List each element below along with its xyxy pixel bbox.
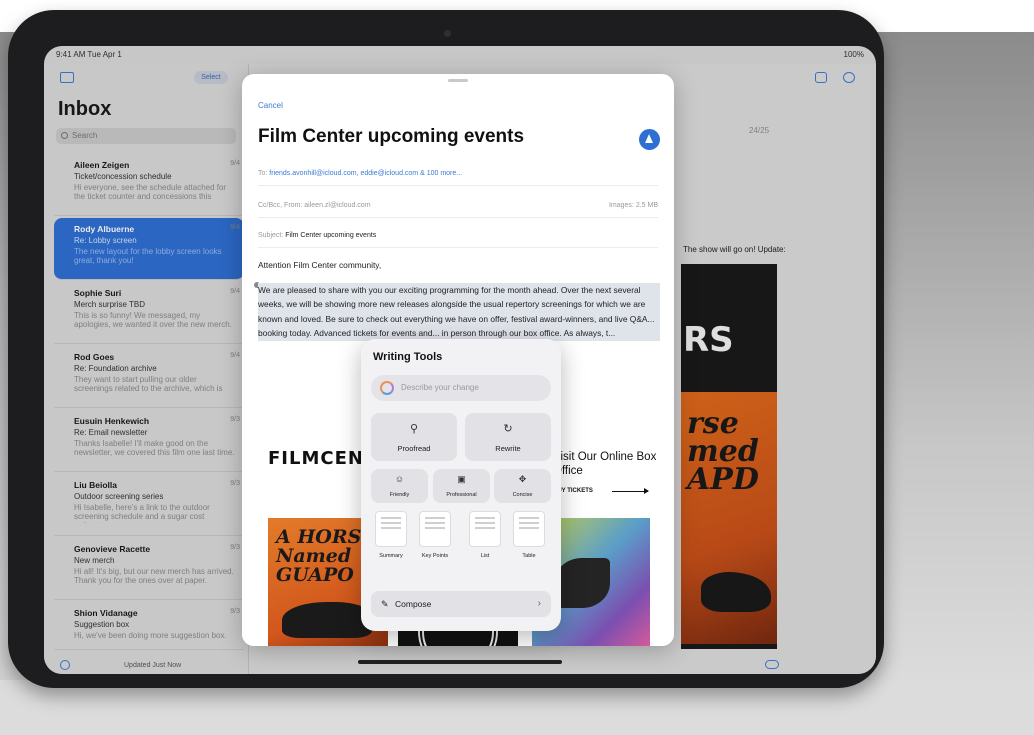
- subject-field[interactable]: Subject: Film Center upcoming events: [258, 232, 658, 248]
- concise-label: Concise: [512, 492, 533, 498]
- backdrop-right: [870, 32, 1034, 735]
- home-indicator[interactable]: [358, 660, 562, 664]
- table-label: Table: [522, 553, 536, 559]
- magnifier-icon: ⚲: [409, 423, 419, 435]
- concise-button[interactable]: ✥ Concise: [494, 469, 551, 503]
- butterfly-shape: [554, 558, 610, 608]
- front-camera: [444, 30, 451, 37]
- friendly-label: Friendly: [389, 492, 410, 498]
- ipad-screen: 9:41 AM Tue Apr 1 100% Select Inbox Sear…: [44, 46, 876, 674]
- professional-button[interactable]: ▣ Professional: [433, 469, 490, 503]
- send-button[interactable]: [639, 129, 660, 150]
- cc-from-value: Cc/Bcc, From: aileen.zl@icloud.com: [258, 202, 371, 209]
- list-doc-icon: [475, 517, 495, 519]
- proofread-label: Proofread: [397, 444, 431, 453]
- list-label: List: [480, 553, 490, 559]
- proofread-button[interactable]: ⚲ Proofread: [371, 413, 457, 461]
- summary-label: Summary: [379, 553, 403, 559]
- professional-label: Professional: [446, 492, 477, 498]
- summary-button[interactable]: [375, 511, 407, 547]
- writing-tools-heading: Writing Tools: [373, 351, 443, 363]
- key-points-label: Key Points: [421, 553, 449, 559]
- apple-intelligence-icon: [380, 381, 394, 395]
- concise-icon: ✥: [518, 474, 527, 484]
- horse-silhouette: [282, 602, 372, 638]
- message-body[interactable]: Attention Film Center community, We are …: [258, 258, 660, 341]
- compose-label: Compose: [395, 599, 432, 609]
- rewrite-label: Rewrite: [495, 444, 521, 453]
- table-doc-icon: [519, 517, 539, 519]
- compose-button[interactable]: ✎ Compose ›: [371, 591, 551, 617]
- describe-change-input[interactable]: Describe your change: [371, 375, 551, 401]
- images-size: Images: 2.5 MB: [608, 202, 658, 209]
- body-greeting: Attention Film Center community,: [258, 260, 382, 270]
- rewrite-button[interactable]: ↻ Rewrite: [465, 413, 551, 461]
- arrow-right-icon: [612, 487, 649, 495]
- smile-icon: ☺: [394, 474, 405, 484]
- key-points-button[interactable]: [419, 511, 451, 547]
- to-field[interactable]: To: friends.avonhill@icloud.com, eddie@i…: [258, 170, 658, 186]
- compose-title: Film Center upcoming events: [258, 126, 525, 147]
- briefcase-icon: ▣: [457, 474, 466, 484]
- summary-doc-icon: [381, 517, 401, 519]
- writing-tools-panel: Writing Tools Describe your change ⚲ Pro…: [361, 339, 561, 631]
- key-points-doc-icon: [425, 517, 445, 519]
- cancel-button[interactable]: Cancel: [258, 101, 283, 110]
- ipad-frame: 9:41 AM Tue Apr 1 100% Select Inbox Sear…: [8, 10, 884, 688]
- rewrite-icon: ↻: [503, 423, 513, 435]
- friendly-button[interactable]: ☺ Friendly: [371, 469, 428, 503]
- subject-value: Film Center upcoming events: [285, 232, 377, 239]
- pencil-icon: ✎: [381, 599, 389, 609]
- box-office-heading: Visit Our Online Box Office: [553, 451, 657, 477]
- subject-label: Subject:: [258, 232, 284, 239]
- backdrop-floor: [0, 680, 1034, 735]
- list-button[interactable]: [469, 511, 501, 547]
- table-button[interactable]: [513, 511, 545, 547]
- sheet-grabber[interactable]: [448, 79, 468, 82]
- to-label: To:: [258, 170, 268, 177]
- chevron-right-icon: ›: [537, 598, 541, 609]
- describe-placeholder: Describe your change: [401, 383, 479, 392]
- to-recipients: friends.avonhill@icloud.com, eddie@iclou…: [269, 170, 463, 177]
- cc-from-field[interactable]: Cc/Bcc, From: aileen.zl@icloud.com Image…: [258, 202, 658, 218]
- body-paragraph: We are pleased to share with you our exc…: [258, 282, 660, 341]
